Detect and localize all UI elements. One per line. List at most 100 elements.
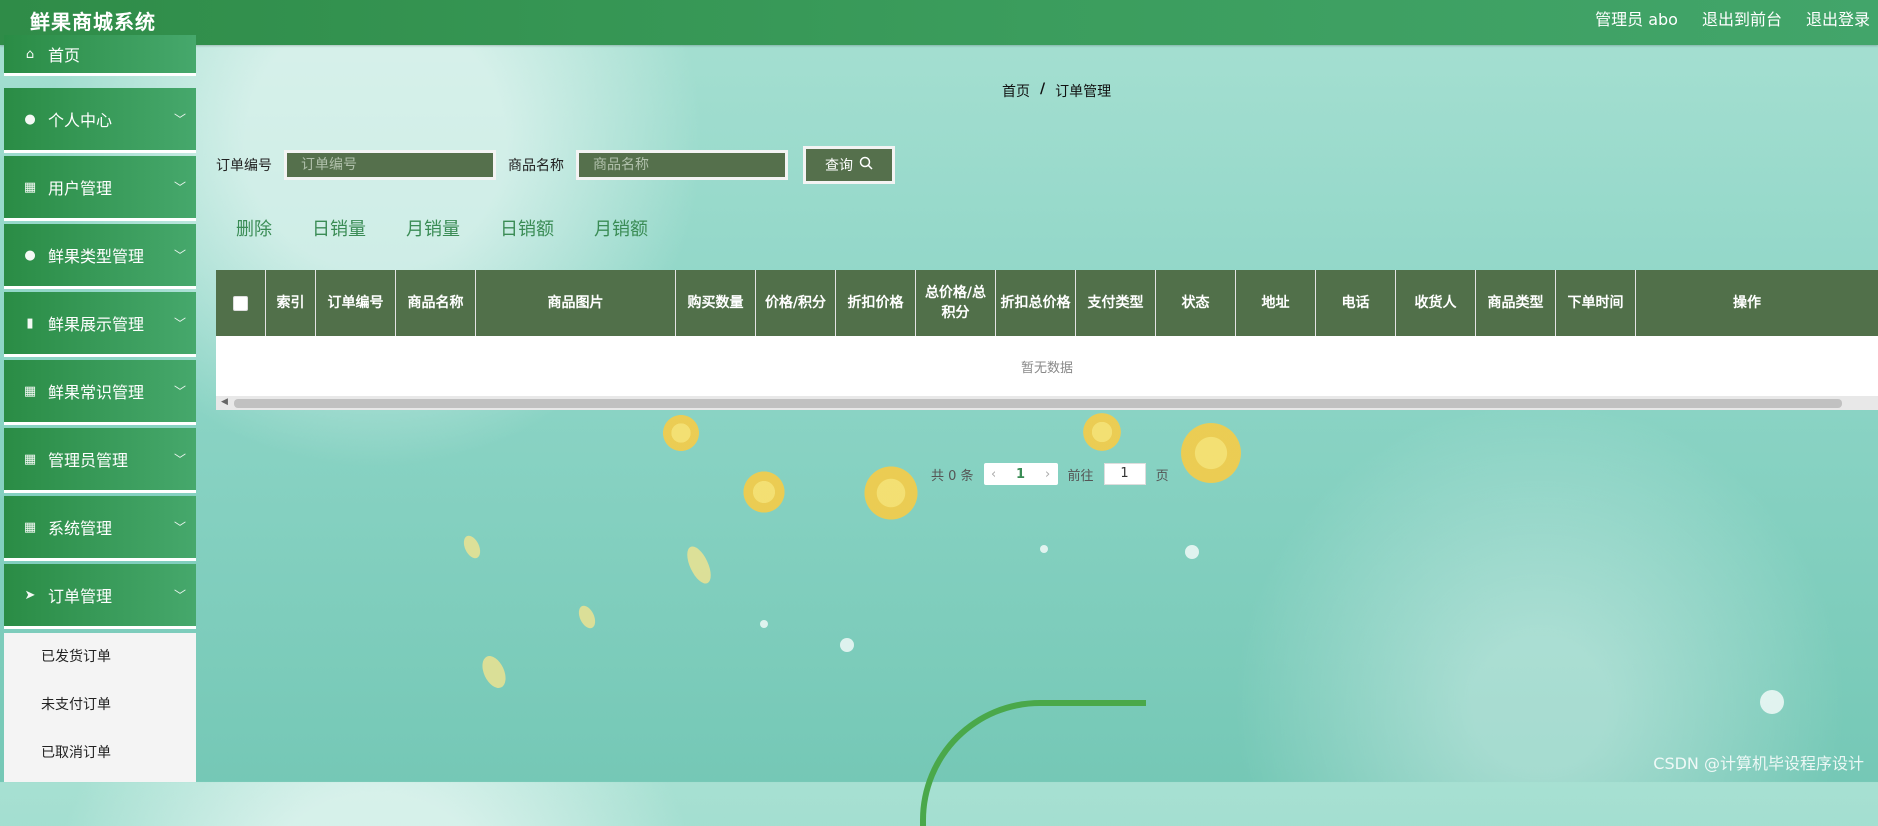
monthly-sales-amount-button[interactable]: 月销额 [594, 215, 648, 241]
horizontal-scrollbar[interactable]: ◀ [216, 396, 1878, 410]
goto-page-input[interactable]: 1 [1103, 463, 1146, 485]
column-header[interactable]: 折扣价格 [836, 270, 916, 336]
delete-button[interactable]: 删除 [236, 215, 272, 241]
chevron-down-icon: ﹀ [173, 248, 186, 263]
table-empty-state: 暂无数据 [216, 336, 1878, 396]
chevron-down-icon: ﹀ [173, 588, 186, 603]
sidebar-item-label: 鲜果常识管理 [48, 383, 145, 402]
column-header[interactable]: 订单编号 [316, 270, 396, 336]
chevron-down-icon: ﹀ [173, 520, 186, 535]
monthly-sales-volume-button[interactable]: 月销量 [406, 215, 460, 241]
pagination: 共 0 条 ‹ 1 › 前往 1 页 [931, 463, 1169, 485]
daily-sales-volume-button[interactable]: 日销量 [312, 215, 366, 241]
scroll-left-arrow-icon[interactable]: ◀ [221, 397, 228, 407]
sidebar-item-system-management[interactable]: ▦ 系统管理 ﹀ [4, 496, 196, 561]
breadcrumb-current: 订单管理 [1055, 84, 1112, 100]
next-page-icon[interactable]: › [1038, 467, 1058, 482]
sidebar-item-label: 系统管理 [48, 519, 113, 538]
query-button-label: 查询 [825, 158, 853, 174]
grid-icon: ▦ [23, 519, 37, 535]
column-header[interactable]: 支付类型 [1076, 270, 1156, 336]
sidebar-item-user-management[interactable]: ▦ 用户管理 ﹀ [4, 156, 196, 221]
top-header: 鲜果商城系统 管理员 abo 退出到前台 退出登录 [0, 0, 1878, 45]
user-icon: ● [24, 111, 36, 127]
home-icon: ⌂ [25, 46, 35, 62]
select-all-cell [216, 270, 266, 336]
search-bar: 订单编号 商品名称 查询 [216, 146, 895, 184]
column-header[interactable]: 操作 [1636, 270, 1858, 336]
column-header[interactable]: 商品图片 [476, 270, 676, 336]
back-to-front-link[interactable]: 退出到前台 [1702, 6, 1782, 30]
page-suffix: 页 [1155, 468, 1169, 484]
column-header[interactable]: 商品名称 [396, 270, 476, 336]
admin-user-link[interactable]: 管理员 abo [1595, 6, 1678, 30]
daily-sales-amount-button[interactable]: 日销额 [500, 215, 554, 241]
product-name-input[interactable] [576, 150, 788, 180]
sidebar-item-fruit-type-management[interactable]: ● 鲜果类型管理 ﹀ [4, 224, 196, 289]
breadcrumb-home[interactable]: 首页 [1002, 81, 1030, 101]
table-header: 索引 订单编号 商品名称 商品图片 购买数量 价格/积分 折扣价格 总价格/总积… [216, 270, 1878, 336]
send-icon: ➤ [24, 587, 36, 603]
sidebar-item-label: 首页 [48, 46, 81, 65]
submenu-item-cancelled-orders[interactable]: 已取消订单 [4, 729, 196, 777]
page-nav: ‹ 1 › [983, 463, 1058, 485]
prev-page-icon[interactable]: ‹ [984, 467, 1004, 482]
scrollbar-thumb[interactable] [234, 399, 1842, 408]
order-number-label: 订单编号 [216, 158, 272, 174]
breadcrumb: 首页 / 订单管理 [1002, 81, 1111, 101]
app-title: 鲜果商城系统 [30, 10, 156, 34]
column-header[interactable]: 价格/积分 [756, 270, 836, 336]
column-header[interactable]: 总价格/总积分 [916, 270, 996, 336]
column-header[interactable]: 地址 [1236, 270, 1316, 336]
order-number-input[interactable] [284, 150, 496, 180]
query-button[interactable]: 查询 [803, 146, 895, 184]
sidebar-item-admin-management[interactable]: ▦ 管理员管理 ﹀ [4, 428, 196, 493]
select-all-checkbox[interactable] [233, 295, 248, 311]
chevron-down-icon: ﹀ [173, 384, 186, 399]
grid-icon: ▦ [23, 451, 37, 467]
column-header[interactable]: 电话 [1316, 270, 1396, 336]
logout-link[interactable]: 退出登录 [1806, 6, 1870, 30]
sidebar-item-personal-center[interactable]: ● 个人中心 ﹀ [4, 88, 196, 153]
breadcrumb-separator: / [1040, 81, 1046, 97]
sidebar-item-label: 鲜果类型管理 [48, 247, 145, 266]
total-count: 共 0 条 [931, 468, 974, 484]
column-header[interactable]: 索引 [266, 270, 316, 336]
top-nav: 管理员 abo 退出到前台 退出登录 [1595, 6, 1870, 30]
watermark: CSDN @计算机毕设程序设计 [1653, 754, 1864, 773]
column-header[interactable]: 购买数量 [676, 270, 756, 336]
order-submenu: 已发货订单 未支付订单 已取消订单 [4, 633, 196, 782]
column-header[interactable]: 商品类型 [1476, 270, 1556, 336]
action-bar: 删除 日销量 月销量 日销额 月销额 [236, 215, 648, 241]
sidebar-item-home[interactable]: ⌂ 首页 [4, 35, 196, 76]
sidebar-item-order-management[interactable]: ➤ 订单管理 ﹀ [4, 564, 196, 629]
chevron-down-icon: ﹀ [173, 112, 186, 127]
column-header[interactable]: 折扣总价格 [996, 270, 1076, 336]
bar-chart-icon: ▮ [26, 315, 34, 331]
current-page[interactable]: 1 [1004, 467, 1038, 482]
grid-icon: ▦ [23, 383, 37, 399]
user-icon: ● [24, 247, 36, 263]
chevron-down-icon: ﹀ [173, 180, 186, 195]
sidebar-item-label: 管理员管理 [48, 451, 129, 470]
orders-table: 索引 订单编号 商品名称 商品图片 购买数量 价格/积分 折扣价格 总价格/总积… [216, 270, 1878, 410]
column-header[interactable]: 下单时间 [1556, 270, 1636, 336]
main-content: 首页 / 订单管理 订单编号 商品名称 查询 删除 日销量 月销量 日销额 月销… [196, 45, 1878, 782]
column-header[interactable]: 收货人 [1396, 270, 1476, 336]
search-icon [859, 156, 873, 174]
sidebar-item-fruit-display-management[interactable]: ▮ 鲜果展示管理 ﹀ [4, 292, 196, 357]
submenu-item-unpaid-orders[interactable]: 未支付订单 [4, 681, 196, 729]
sidebar-item-fruit-knowledge-management[interactable]: ▦ 鲜果常识管理 ﹀ [4, 360, 196, 425]
empty-text: 暂无数据 [1020, 360, 1073, 376]
sidebar-item-label: 订单管理 [48, 587, 113, 606]
goto-label: 前往 [1067, 468, 1094, 484]
chevron-down-icon: ﹀ [173, 316, 186, 331]
submenu-item-shipped-orders[interactable]: 已发货订单 [4, 633, 196, 681]
sidebar-item-label: 鲜果展示管理 [48, 315, 145, 334]
sidebar-item-label: 个人中心 [48, 111, 113, 130]
sidebar-item-label: 用户管理 [48, 179, 113, 198]
sidebar: ⌂ 首页 ● 个人中心 ﹀ ▦ 用户管理 ﹀ ● 鲜果类型管理 ﹀ ▮ 鲜果展示… [0, 35, 196, 782]
chevron-down-icon: ﹀ [173, 452, 186, 467]
column-header[interactable]: 状态 [1156, 270, 1236, 336]
grid-icon: ▦ [23, 179, 37, 195]
